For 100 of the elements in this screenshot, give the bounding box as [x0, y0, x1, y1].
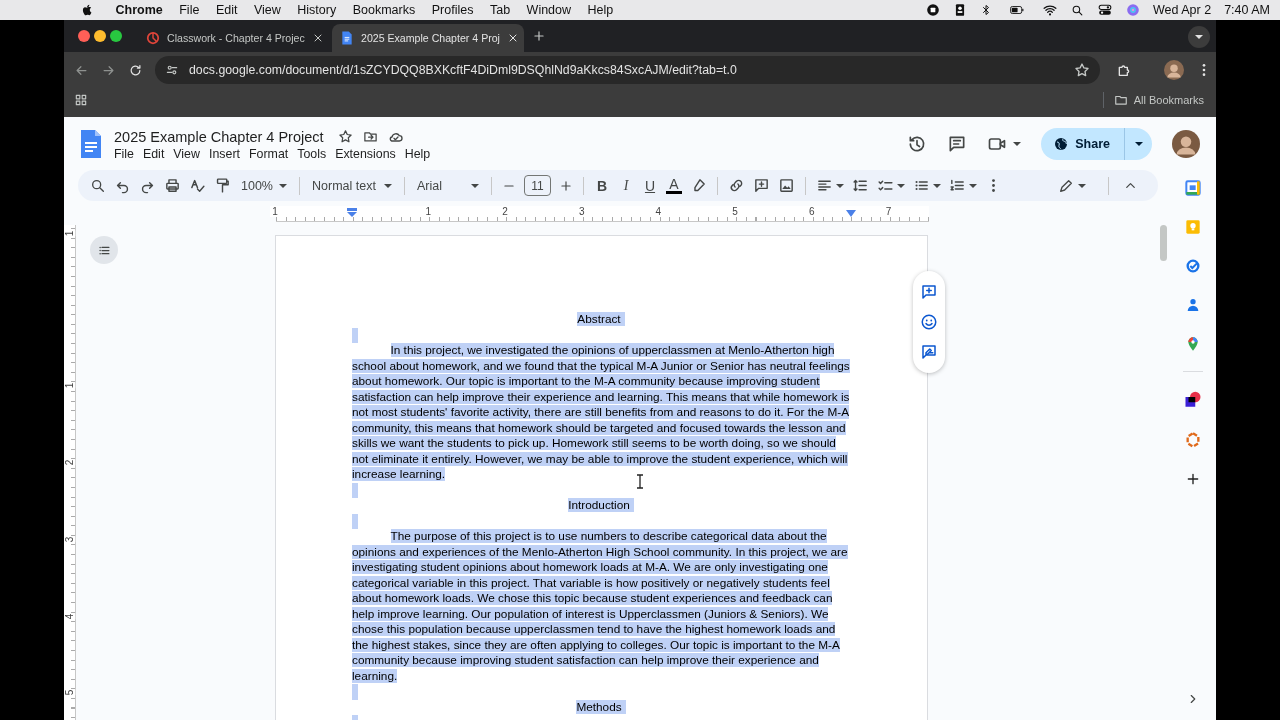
contacts-icon[interactable]: [1185, 297, 1201, 313]
apps-icon[interactable]: [74, 93, 88, 107]
caret-icon[interactable]: [1013, 141, 1022, 146]
addon-squares-icon[interactable]: [1184, 391, 1202, 409]
empty-line-highlight: [352, 684, 358, 700]
apple-icon[interactable]: [80, 2, 94, 18]
app-menu[interactable]: Chrome: [115, 3, 163, 17]
add-addon-icon[interactable]: [1185, 471, 1201, 487]
menu-item[interactable]: Help: [400, 146, 435, 161]
caret-icon[interactable]: [969, 183, 977, 188]
pencil-icon[interactable]: [1058, 177, 1074, 194]
search-icon[interactable]: [1071, 3, 1084, 17]
outline-button[interactable]: [90, 236, 118, 264]
avatar[interactable]: [1172, 129, 1200, 158]
new-tab-icon[interactable]: [532, 29, 546, 43]
add-comment-icon[interactable]: [753, 177, 770, 194]
link-icon[interactable]: [728, 177, 745, 194]
bookmark-star-icon[interactable]: [1074, 62, 1090, 78]
wifi-icon[interactable]: [1042, 3, 1058, 17]
site-settings-icon[interactable]: [165, 63, 179, 77]
menu-item[interactable]: File: [179, 3, 200, 17]
ruler-number: 2: [64, 459, 75, 466]
caret-icon: [279, 183, 287, 188]
close-window-button[interactable]: [78, 30, 90, 42]
menu-item[interactable]: Profiles: [431, 3, 474, 17]
menu-item[interactable]: View: [168, 146, 205, 161]
menu-item[interactable]: Extensions: [330, 146, 401, 161]
browser-tab[interactable]: Classwork - Chapter 4 Projec: [138, 24, 330, 52]
indent-marker-icon[interactable]: [346, 208, 358, 217]
italic-button[interactable]: I: [618, 177, 634, 194]
badge-icon[interactable]: [953, 3, 967, 17]
document-title[interactable]: 2025 Example Chapter 4 Project: [114, 128, 324, 145]
menu-item[interactable]: Bookmarks: [352, 3, 416, 17]
avatar[interactable]: [1164, 60, 1184, 80]
image-icon[interactable]: [778, 177, 795, 194]
reload-icon[interactable]: [128, 62, 143, 78]
search-icon[interactable]: [90, 177, 106, 194]
menu-item[interactable]: Edit: [215, 3, 238, 17]
addon-hexagon-icon[interactable]: [1185, 432, 1201, 448]
menu-item[interactable]: Window: [526, 3, 572, 17]
record-icon[interactable]: [926, 3, 940, 17]
text-color-button[interactable]: A: [666, 177, 682, 194]
share-button[interactable]: Share: [1041, 127, 1152, 160]
move-icon[interactable]: [362, 129, 378, 144]
caret-icon[interactable]: [933, 183, 941, 188]
folder-icon: [1113, 93, 1128, 107]
assistant-icon[interactable]: [1126, 3, 1140, 17]
scrollbar-thumb[interactable]: [1160, 225, 1167, 261]
suggest-edit-icon[interactable]: [920, 343, 938, 361]
clock-text[interactable]: 7:40 AM: [1224, 3, 1270, 17]
ruler-number: 5: [730, 206, 740, 217]
add-comment-icon[interactable]: [920, 283, 938, 301]
menu-item[interactable]: View: [253, 3, 281, 17]
caret-icon[interactable]: [1078, 183, 1086, 188]
font-size-field[interactable]: 11: [524, 175, 551, 196]
menu-item[interactable]: Tools: [292, 146, 331, 161]
ruler-number: 7: [883, 206, 894, 217]
tasks-icon[interactable]: [1185, 258, 1201, 274]
caret-icon[interactable]: [836, 183, 844, 188]
maps-pin-icon[interactable]: [1185, 336, 1201, 352]
caret-icon[interactable]: [897, 183, 905, 188]
font-dropdown[interactable]: Arial: [415, 173, 481, 198]
close-icon[interactable]: [507, 32, 519, 44]
extensions-icon[interactable]: [1116, 62, 1132, 78]
paint-format-icon[interactable]: [214, 177, 231, 194]
menu-item[interactable]: Format: [244, 146, 293, 161]
tab-search-button[interactable]: [1188, 26, 1210, 48]
menu-item[interactable]: History: [297, 3, 337, 17]
star-icon[interactable]: [337, 129, 353, 144]
minimize-window-button[interactable]: [94, 30, 106, 42]
docs-logo-icon[interactable]: [80, 128, 102, 159]
date-text: Wed Apr 2: [1153, 3, 1212, 17]
section-heading: Abstract: [577, 312, 625, 326]
menu-item[interactable]: File: [114, 146, 139, 161]
zoom-dropdown[interactable]: 100%: [239, 173, 289, 198]
caret-icon: [384, 183, 392, 188]
spellcheck-icon[interactable]: [189, 177, 206, 194]
address-bar[interactable]: docs.google.com/document/d/1sZCYDQQ8BXKcftF4DiDml9DSQhlNd9aKkcs84SxcAJM/edit?tab=t.0: [155, 56, 1100, 84]
print-icon[interactable]: [164, 177, 181, 194]
underline-button[interactable]: U: [642, 177, 658, 194]
menu-item[interactable]: Edit: [138, 146, 169, 161]
control-center-icon[interactable]: [1097, 3, 1113, 17]
emoji-icon[interactable]: [920, 313, 938, 331]
ruler-number: 1: [270, 206, 280, 217]
bookmarks-folder[interactable]: All Bookmarks: [1133, 94, 1204, 106]
ruler-number: 1: [64, 383, 75, 389]
bold-button[interactable]: B: [594, 177, 610, 194]
bluetooth-icon[interactable]: [980, 3, 992, 17]
menu-item[interactable]: Tab: [489, 3, 511, 17]
line-spacing-icon[interactable]: [852, 177, 869, 194]
margin-marker-icon[interactable]: [846, 210, 856, 217]
browser-tab[interactable]: 2025 Example Chapter 4 Proj: [332, 24, 524, 52]
increase-font-size-icon[interactable]: [559, 178, 573, 193]
zoom-window-button[interactable]: [110, 30, 122, 42]
menu-item[interactable]: Insert: [204, 146, 245, 161]
swirl-favicon-icon: [146, 31, 160, 45]
menu-item[interactable]: Help: [587, 3, 614, 17]
calendar-icon[interactable]: [1185, 180, 1201, 196]
style-dropdown[interactable]: Normal text: [310, 173, 394, 198]
section-heading: Introduction: [568, 498, 634, 512]
